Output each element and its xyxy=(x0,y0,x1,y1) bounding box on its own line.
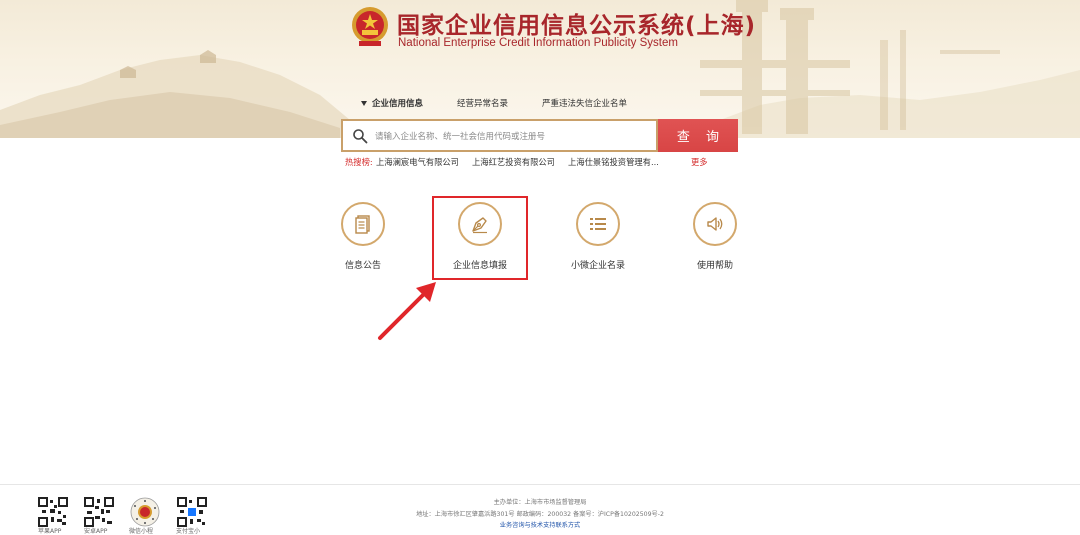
quick-link-circle xyxy=(693,202,737,246)
hot-search-item[interactable]: 上海红艺投资有限公司 xyxy=(472,156,555,168)
document-icon xyxy=(355,215,370,234)
quick-link-label: 小微企业名录 xyxy=(570,261,625,271)
speaker-icon xyxy=(707,217,723,231)
quick-link-label: 使用帮助 xyxy=(696,261,733,271)
tab-enterprise-credit[interactable]: 企业信用信息 xyxy=(372,97,423,109)
tab-abnormal-operation[interactable]: 经营异常名录 xyxy=(457,97,508,109)
footer-sponsor: 主办单位：上海市市场监督管理局 xyxy=(493,499,587,506)
quick-link-circle xyxy=(341,202,385,246)
quick-link-small-enterprise-list[interactable]: 小微企业名录 xyxy=(553,202,643,282)
quick-link-circle xyxy=(576,202,620,246)
search-input[interactable] xyxy=(373,125,657,149)
footer: 苹果APP 安卓APP 微信小程 支付宝小 主办单位：上海市市场监督管理局 地址… xyxy=(0,485,1080,535)
search-tabs: 企业信用信息 经营异常名录 严重违法失信企业名单 xyxy=(0,97,1080,111)
hot-search-item[interactable]: 上海仕景铭投资管理有... xyxy=(568,156,659,168)
search-button[interactable]: 查 询 xyxy=(658,119,738,152)
quick-link-label: 信息公告 xyxy=(344,261,381,271)
hot-search-row: 热搜榜: 上海澜宸电气有限公司 上海红艺投资有限公司 上海仕景铭投资管理有...… xyxy=(0,156,1080,168)
hot-search-label: 热搜榜: xyxy=(345,157,373,167)
search-icon xyxy=(353,129,368,144)
quick-link-announcements[interactable]: 信息公告 xyxy=(318,202,408,282)
tab-serious-violation[interactable]: 严重违法失信企业名单 xyxy=(542,97,627,109)
hot-search-item[interactable]: 上海澜宸电气有限公司 xyxy=(376,156,459,168)
highlight-annotation-box xyxy=(432,196,528,280)
site-title-english: National Enterprise Credit Information P… xyxy=(398,37,678,49)
red-arrow-annotation-icon xyxy=(378,282,436,340)
search-box xyxy=(341,119,658,152)
footer-address: 地址：上海市徐汇区肇嘉浜路301号 邮政编码：200032 备案号：沪ICP备1… xyxy=(416,511,664,518)
footer-contact-link[interactable]: 业务咨询与技术支持联系方式 xyxy=(0,520,1080,529)
hot-search-more-link[interactable]: 更多 xyxy=(691,156,708,168)
national-emblem-icon xyxy=(352,7,388,46)
quick-link-help[interactable]: 使用帮助 xyxy=(670,202,760,282)
list-icon xyxy=(590,218,606,230)
site-title: 国家企业信用信息公示系统(上海) xyxy=(397,13,757,39)
active-tab-caret-icon xyxy=(361,101,367,106)
